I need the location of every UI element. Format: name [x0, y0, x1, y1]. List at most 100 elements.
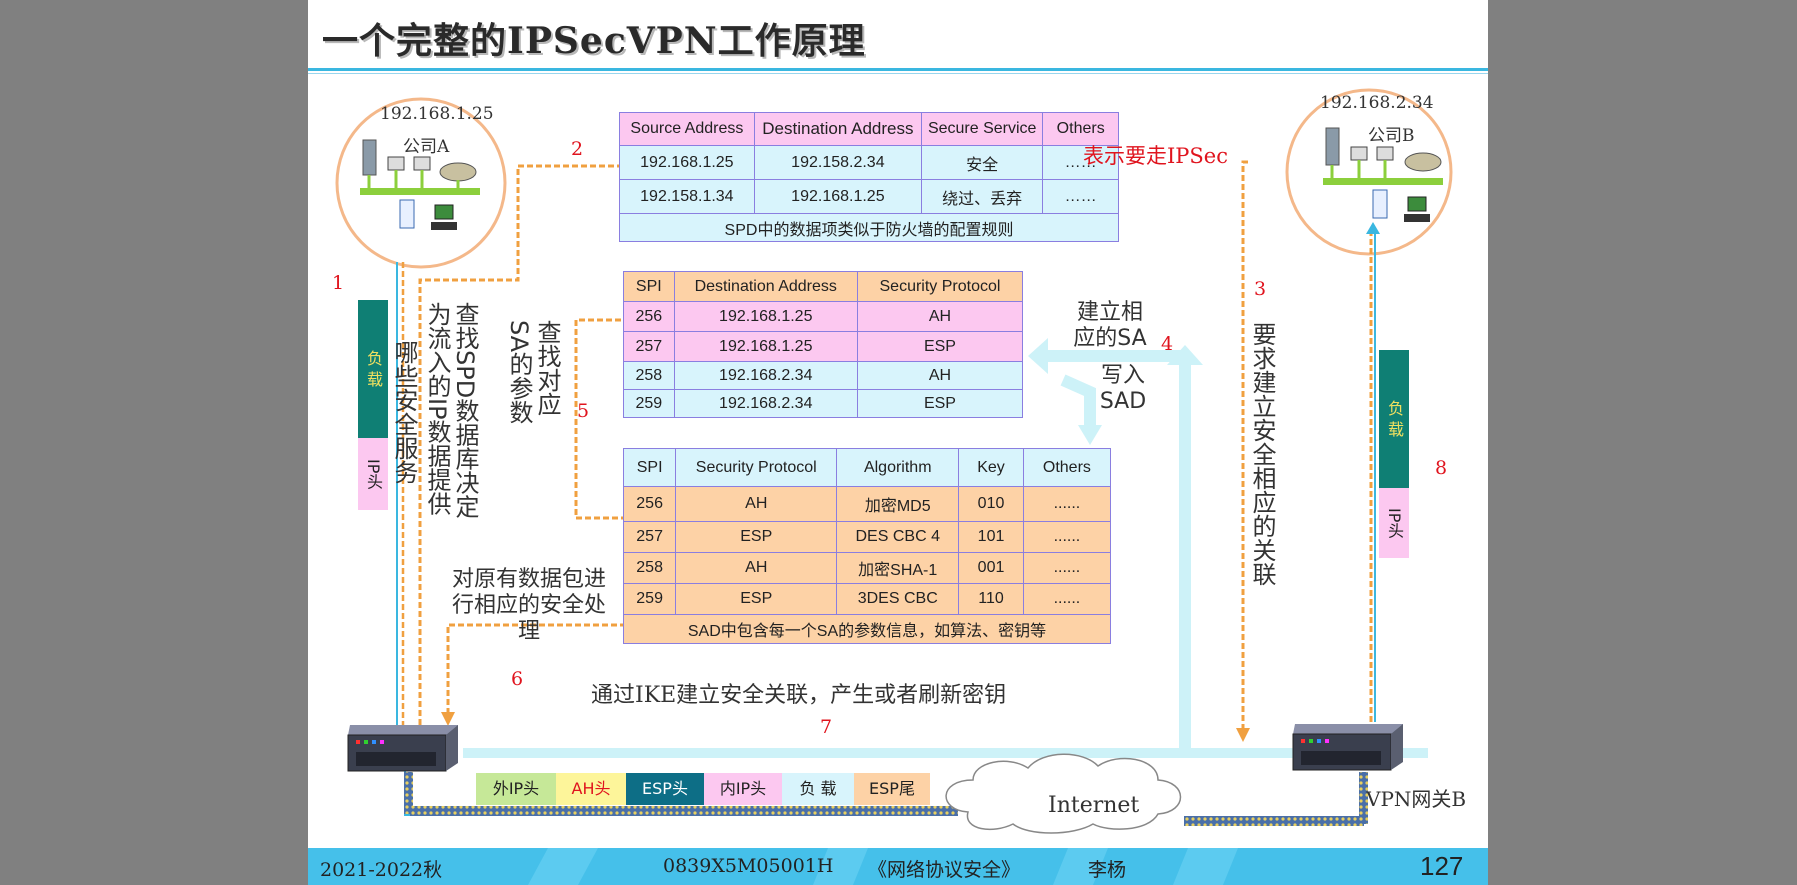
footer-course: 《网络协议安全》: [868, 859, 1021, 881]
table-row: 192.158.1.34 192.168.1.25 绕过、丢弃 ……: [619, 179, 1119, 214]
table-cell: 256: [622, 486, 677, 522]
table-cell: 258: [623, 361, 675, 390]
right-margin: [1488, 0, 1797, 885]
table-cell: 258: [622, 552, 677, 584]
step-3: 3: [1254, 278, 1267, 300]
ip-header-segment: IP头: [1379, 488, 1409, 558]
spd-header: Secure Service: [921, 112, 1044, 146]
table-row: 259 192.168.2.34 ESP: [623, 389, 1024, 418]
sad-footer: SAD中包含每一个SA的参数信息，如算法、密钥等: [623, 614, 1111, 644]
packet-field-esp: ESP头: [626, 773, 704, 805]
payload-block-a: 负 载 IP头: [358, 300, 388, 510]
payload-block-b: 负 载 IP头: [1379, 350, 1409, 558]
table-cell: 192.168.1.25: [673, 301, 858, 332]
table-cell: 101: [958, 521, 1024, 553]
step-1: 1: [332, 272, 345, 294]
company-b-ip: 192.168.2.34: [1320, 93, 1434, 113]
payload-segment: 负 载: [358, 300, 388, 438]
table-cell: 256: [623, 301, 675, 332]
spd-header: Source Address: [619, 112, 755, 146]
table-cell: ......: [1022, 521, 1112, 553]
table-cell: 257: [622, 521, 677, 553]
table-cell: 加密SHA-1: [836, 552, 960, 584]
table-cell: 192.168.1.25: [753, 179, 923, 214]
sad-header: Key: [958, 448, 1024, 487]
table-cell: AH: [856, 301, 1024, 332]
step-8: 8: [1435, 457, 1448, 479]
table-row: 259 ESP 3DES CBC 110 ......: [622, 583, 1112, 615]
table-cell: 绕过、丢弃: [921, 179, 1044, 214]
packet-structure: 外IP头 AH头 ESP头 内IP头 负 载 ESP尾: [476, 773, 930, 805]
step-5: 5: [577, 400, 590, 422]
note-process-packet: 对原有数据包进行相应的安全处理: [451, 567, 606, 644]
table-cell: AH: [675, 486, 838, 522]
step-4: 4: [1161, 333, 1174, 355]
packet-field-outer-ip: 外IP头: [476, 773, 556, 805]
table-cell: 192.168.1.25: [673, 331, 858, 362]
table-cell: 安全: [921, 145, 1044, 180]
note-which-service: 哪些安全服务: [390, 340, 418, 484]
note-lookup-sa: 查找对应SA的参数: [505, 320, 561, 425]
sa-header: SPI: [623, 271, 675, 302]
step-6: 6: [511, 668, 524, 690]
table-cell: 192.168.2.34: [673, 389, 858, 418]
table-cell: ......: [1022, 486, 1112, 522]
table-cell: ……: [1042, 179, 1119, 214]
company-a-name: 公司A: [403, 137, 450, 157]
table-cell: ESP: [675, 583, 838, 615]
packet-field-esp-trailer: ESP尾: [854, 773, 930, 805]
ipsec-annotation: 表示要走IPSec: [1083, 144, 1229, 168]
sad-header: SPI: [622, 448, 677, 487]
table-row: 256 192.168.1.25 AH: [623, 301, 1024, 332]
table-row: 256 AH 加密MD5 010 ......: [622, 486, 1112, 522]
packet-field-ah: AH头: [556, 773, 626, 805]
footer-code: 0839X5M05001H: [663, 855, 834, 877]
sa-header: Security Protocol: [856, 271, 1024, 302]
table-cell: 3DES CBC: [836, 583, 960, 615]
link-a-internet: [410, 806, 958, 816]
table-row: 258 192.168.2.34 AH: [623, 361, 1024, 390]
table-cell: 010: [958, 486, 1024, 522]
table-cell: AH: [675, 552, 838, 584]
table-cell: 259: [623, 389, 675, 418]
table-cell: 001: [958, 552, 1024, 584]
link-internet-b: [1184, 816, 1364, 826]
table-row: 257 192.168.1.25 ESP: [623, 331, 1024, 362]
note-write-sad: 写入SAD: [1099, 363, 1147, 414]
sa-table: SPI Destination Address Security Protoco…: [623, 271, 1024, 418]
left-margin: [0, 0, 308, 885]
company-b-name: 公司B: [1368, 126, 1415, 146]
table-cell: AH: [856, 361, 1024, 390]
sad-table: SPI Security Protocol Algorithm Key Othe…: [622, 448, 1112, 644]
table-cell: 加密MD5: [836, 486, 960, 522]
step-7: 7: [820, 716, 833, 738]
table-row: 258 AH 加密SHA-1 001 ......: [622, 552, 1112, 584]
slide: 一个完整的IPSecVPN工作原理 192.168.1.25 公司A 192.1…: [308, 0, 1488, 885]
table-cell: ......: [1022, 552, 1112, 584]
table-cell: ESP: [675, 521, 838, 553]
footer-term: 2021-2022秋: [320, 859, 443, 881]
spd-footer: SPD中的数据项类似于防火墙的配置规则: [619, 213, 1119, 242]
spd-header: Destination Address: [753, 112, 923, 146]
sad-header: Others: [1022, 448, 1112, 487]
vpn-gateway-b: [1292, 724, 1403, 771]
step-2: 2: [571, 138, 584, 160]
note-build-sa: 建立相应的SA: [1073, 300, 1147, 351]
note-lookup-spd: 查找SPD数据库决定为流入的IP数据提供: [423, 302, 479, 519]
table-cell: 257: [623, 331, 675, 362]
page-number: 127: [1420, 851, 1464, 881]
table-cell: ESP: [856, 389, 1024, 418]
table-cell: DES CBC 4: [836, 521, 960, 553]
spd-table: Source Address Destination Address Secur…: [619, 112, 1119, 242]
vpn-gateway-a: [347, 725, 458, 772]
footer-teacher: 李杨: [1088, 859, 1127, 881]
note-request-sa: 要求建立安全相应的关联: [1248, 322, 1276, 586]
sad-header: Security Protocol: [675, 448, 838, 487]
ike-line: [463, 748, 1428, 758]
table-cell: 192.158.2.34: [753, 145, 923, 180]
table-cell: ......: [1022, 583, 1112, 615]
table-cell: ESP: [856, 331, 1024, 362]
arrow-head-gateway-b: [1236, 728, 1250, 742]
gateway-b-label: VPN网关B: [1366, 787, 1467, 811]
table-cell: 110: [958, 583, 1024, 615]
